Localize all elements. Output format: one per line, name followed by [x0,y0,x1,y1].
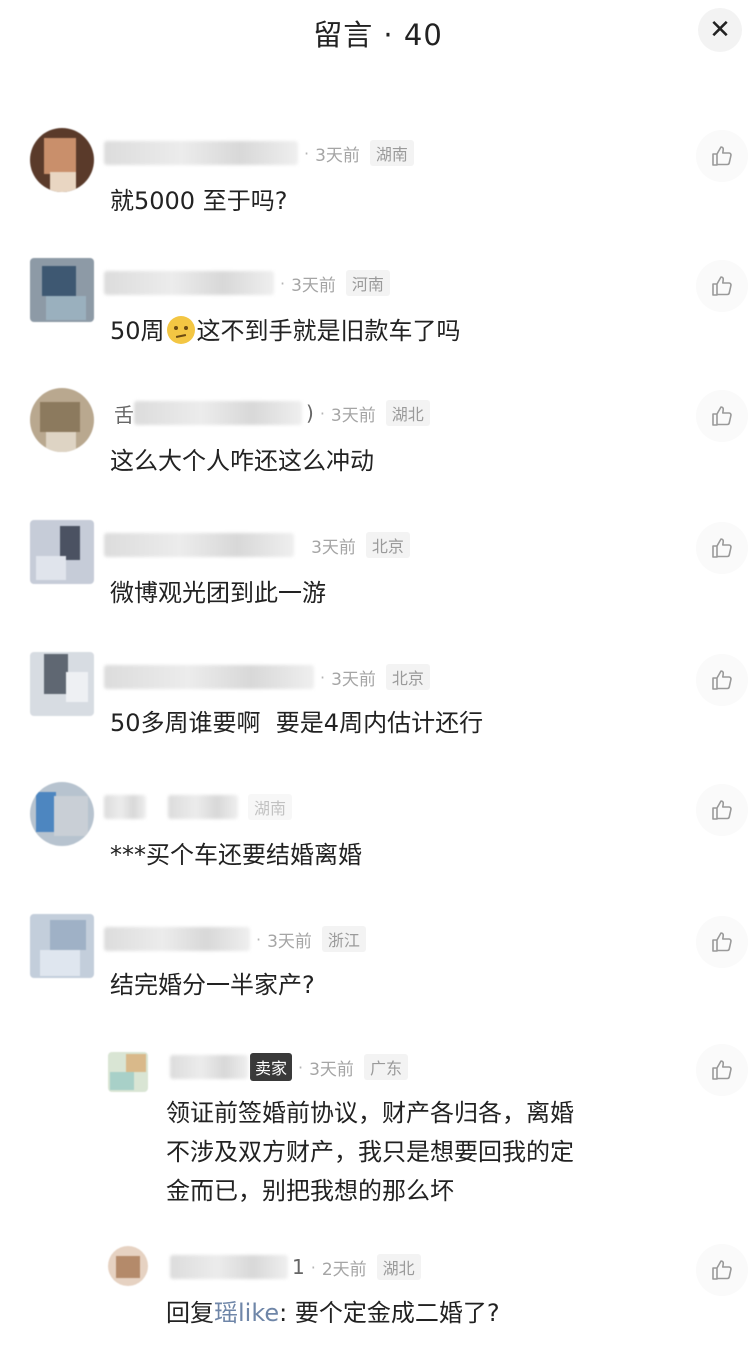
like-button[interactable] [696,1244,748,1296]
separator-dot: · [300,536,305,555]
username-prefix: 舌 [114,402,134,427]
comment-meta: · 3天前 河南 [104,270,390,296]
username-blurred[interactable] [104,927,250,951]
username-blurred[interactable] [168,795,238,819]
comment-text-line: 不涉及双方财产，我只是想要回我的定 [166,1138,574,1166]
location-tag: 北京 [385,664,430,690]
comment-text: 结完婚分一半家产? [110,971,315,999]
location-tag: 广东 [363,1054,408,1080]
thumbs-up-icon [712,670,732,690]
avatar[interactable] [108,1052,148,1092]
like-button[interactable] [696,916,748,968]
like-button[interactable] [696,522,748,574]
comment-time: 3天前 [311,537,356,558]
thumbs-up-icon [712,1060,732,1080]
avatar[interactable] [30,914,94,978]
comment-text-line: 领证前签婚前协议，财产各归各，离婚 [166,1099,574,1127]
like-button[interactable] [696,1044,748,1096]
comment-text: 50多周谁要啊 要是4周内估计还行 [110,709,484,737]
reply-text: : 要个定金成二婚了? [279,1299,500,1327]
comment-meta: · 3天前 北京 [104,532,410,558]
comment-time: 3天前 [291,275,336,296]
separator-dot: · [319,403,325,423]
separator-dot: · [280,273,286,293]
comment-time: 3天前 [330,405,376,426]
comments-header: 留言 · 40 ✕ [0,0,756,66]
location-tag: 河南 [345,270,390,296]
comment-meta: 湖南 [104,794,293,820]
separator-dot: · [298,1057,304,1077]
like-button[interactable] [696,130,748,182]
separator-dot: · [320,667,326,687]
username-blurred[interactable] [170,1255,288,1279]
username-blurred[interactable] [104,271,274,295]
comment-meta: 1 · 2天前 湖北 [170,1254,421,1280]
location-tag: 浙江 [321,926,366,952]
separator-dot: · [310,1257,316,1277]
separator-dot: · [256,929,262,949]
comment-time: 2天前 [321,1259,367,1280]
avatar[interactable] [30,782,94,846]
avatar[interactable] [30,128,94,192]
username-suffix: 1 [292,1255,305,1279]
comment-time: 3天前 [309,1059,354,1080]
seller-badge: 卖家 [250,1053,293,1081]
comment-text: 微博观光团到此一游 [110,579,326,607]
comment-meta: 卖家 · 3天前 广东 [170,1053,408,1081]
comment-text: 就5000 至于吗? [110,187,288,215]
username-blurred[interactable] [104,665,314,689]
thumbs-up-icon [712,406,732,426]
page-title: 留言 · 40 [313,18,443,52]
comment-text: 50周 这不到手就是旧款车了吗 [110,312,461,351]
avatar[interactable] [30,520,94,584]
like-button[interactable] [696,390,748,442]
username-blurred[interactable] [134,401,302,425]
username-blurred[interactable] [104,795,146,819]
location-tag: 湖北 [385,400,430,426]
like-button[interactable] [696,784,748,836]
comment-meta: · 3天前 湖南 [104,140,414,166]
comment-text-part: 这不到手就是旧款车了吗 [196,317,461,345]
comment-time: 3天前 [331,669,376,690]
username-blurred[interactable] [104,141,298,165]
location-tag: 湖南 [369,140,414,166]
avatar[interactable] [30,652,94,716]
thumbs-up-icon [712,1260,732,1280]
thinking-face-emoji-icon [166,316,195,344]
avatar[interactable] [30,258,94,322]
comment-meta: · 3天前 北京 [104,664,430,690]
username-blurred[interactable] [104,533,294,557]
comment-text: ***买个车还要结婚离婚 [110,841,362,869]
thumbs-up-icon [712,276,732,296]
comment-time: 3天前 [315,145,360,166]
thumbs-up-icon [712,538,732,558]
reply-target-name[interactable]: 瑶like [214,1299,279,1327]
comment-text-line: 金而已，别把我想的那么坏 [166,1177,454,1205]
comment-text: 领证前签婚前协议，财产各归各，离婚 不涉及双方财产，我只是想要回我的定 金而已，… [166,1094,574,1211]
like-button[interactable] [696,654,748,706]
username-suffix: ) [306,401,314,425]
comment-time: 3天前 [267,931,312,952]
comment-text-part: 50周 [110,317,165,345]
location-tag: 湖北 [376,1254,421,1280]
comment-text: 回复瑶like: 要个定金成二婚了? [166,1294,500,1333]
close-icon[interactable]: ✕ [698,8,742,52]
location-tag: 北京 [365,532,410,558]
username-blurred[interactable] [170,1055,248,1079]
location-tag: 湖南 [248,794,293,820]
thumbs-up-icon [712,146,732,166]
comment-meta: 舌 ) · 3天前 湖北 [110,400,430,427]
avatar[interactable] [30,388,94,452]
avatar[interactable] [108,1246,148,1286]
comment-text: 这么大个人咋还这么冲动 [110,447,374,475]
thumbs-up-icon [712,932,732,952]
thumbs-up-icon [712,800,732,820]
separator-dot: · [304,143,310,163]
reply-prefix: 回复 [166,1299,214,1327]
like-button[interactable] [696,260,748,312]
comment-meta: · 3天前 浙江 [104,926,366,952]
